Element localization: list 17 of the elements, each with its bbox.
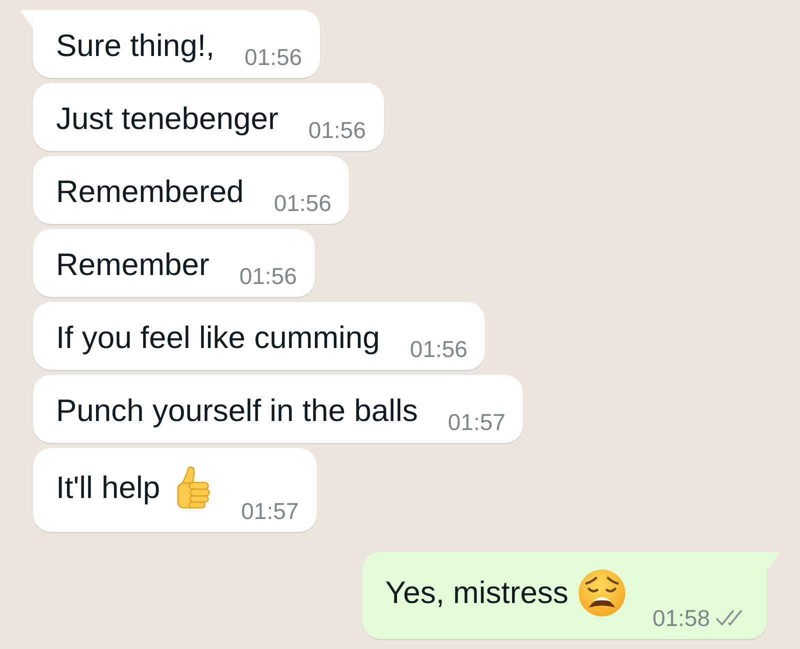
message-text: If you feel like cumming	[56, 319, 380, 357]
message-time: 01:57	[448, 411, 506, 434]
message-text: Remember	[56, 246, 210, 284]
message-time: 01:56	[244, 46, 302, 69]
message-text: It'll help	[56, 468, 160, 506]
message-text: Just tenebenger	[56, 100, 278, 138]
message-text: Sure thing!,	[56, 27, 215, 65]
message-time: 01:57	[241, 500, 299, 523]
message-text: Punch yourself in the balls	[56, 392, 418, 430]
message-time: 01:58	[652, 607, 710, 630]
message-text: Remembered	[56, 173, 244, 211]
message-time: 01:56	[410, 338, 468, 361]
message-text: Yes, mistress	[385, 574, 568, 612]
weary-face-icon	[578, 569, 626, 617]
message-time: 01:56	[239, 265, 297, 288]
message-time: 01:56	[308, 119, 366, 142]
message-time: 01:56	[274, 192, 332, 215]
